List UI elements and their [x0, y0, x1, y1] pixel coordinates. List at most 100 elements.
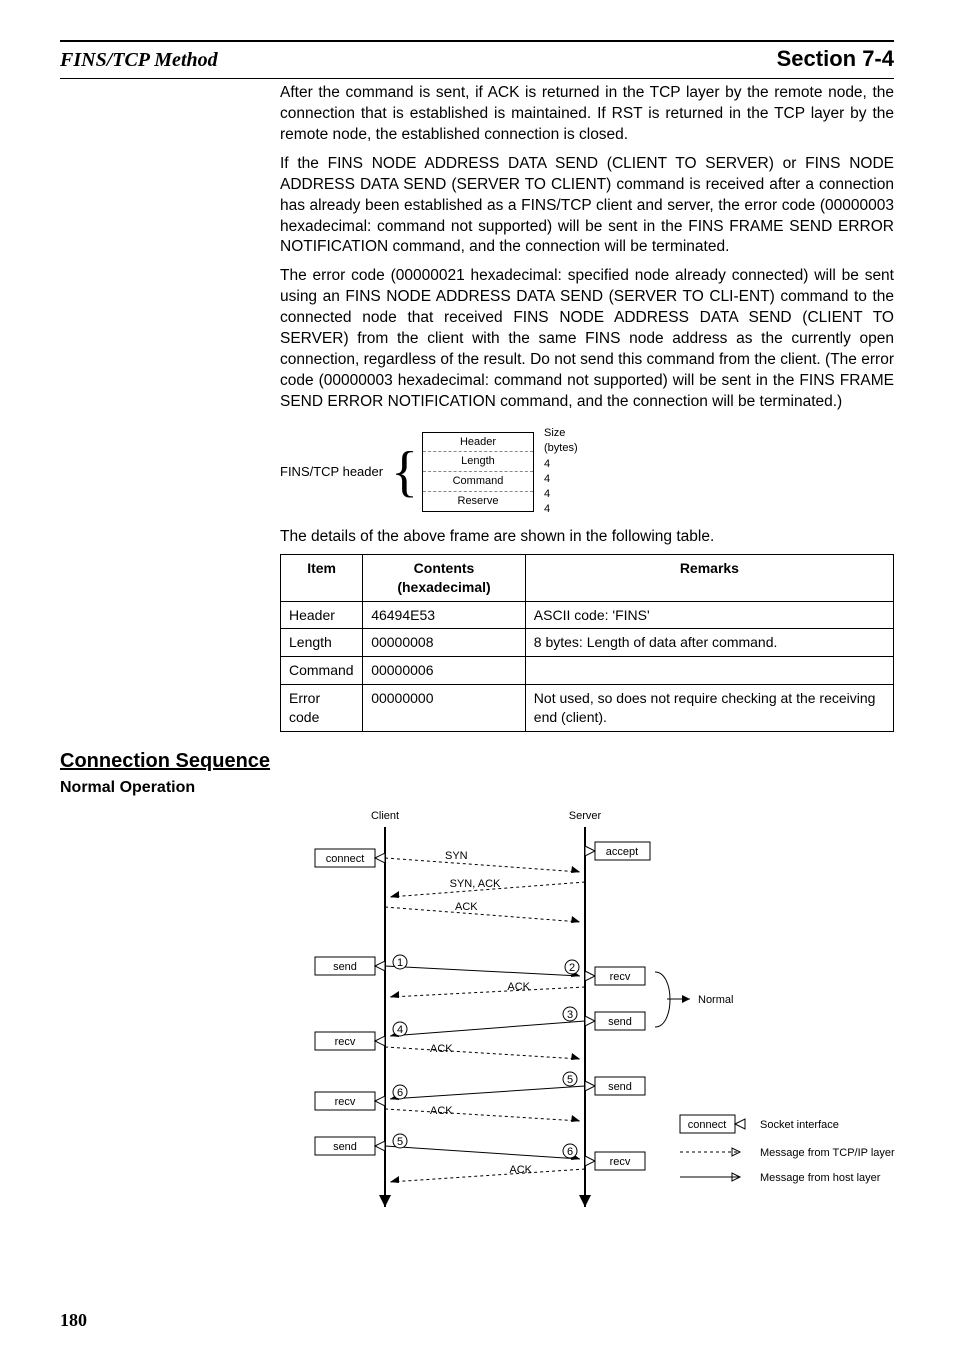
- svg-text:recv: recv: [610, 971, 631, 983]
- svg-text:3: 3: [567, 1009, 573, 1021]
- server-call-recv-1: recv: [585, 967, 645, 985]
- svg-text:accept: accept: [606, 846, 638, 858]
- paragraph-1: After the command is sent, if ACK is ret…: [280, 83, 894, 146]
- paragraph-3: The error code (00000021 hexadecimal: sp…: [280, 266, 894, 412]
- ack-label-5: ACK: [509, 1164, 532, 1176]
- frame-size-column: Size (bytes) 4 4 4 4: [544, 427, 578, 517]
- frame-row-command: Command: [423, 472, 533, 492]
- cell-remarks: [525, 657, 893, 685]
- frame-stack: Header Length Command Reserve: [422, 432, 534, 512]
- server-call-send-2: send: [585, 1077, 645, 1095]
- size-val-3: 4: [544, 502, 578, 517]
- th-contents: Contents (hexadecimal): [363, 554, 526, 601]
- frame-row-reserve: Reserve: [423, 492, 533, 511]
- frame-details-table: Item Contents (hexadecimal) Remarks Head…: [280, 554, 894, 732]
- server-call-send-1: send: [585, 1012, 645, 1030]
- cell-contents: 00000006: [363, 657, 526, 685]
- client-call-send-1: send: [315, 957, 385, 975]
- cell-contents: 46494E53: [363, 601, 526, 629]
- client-lifeline-arrow-icon: [379, 1195, 391, 1207]
- ack-arrow-5: [390, 1169, 585, 1182]
- frame-row-length: Length: [423, 452, 533, 472]
- cell-item: Length: [281, 629, 363, 657]
- paragraph-2: If the FINS NODE ADDRESS DATA SEND (CLIE…: [280, 154, 894, 259]
- ack-arrow-1: [385, 907, 580, 922]
- left-brace-icon: {: [391, 447, 418, 497]
- subsection-heading: Normal Operation: [60, 779, 894, 797]
- sequence-diagram: Client Server connect send recv: [280, 807, 894, 1232]
- syn-label: SYN: [445, 850, 468, 862]
- legend-host-layer: Message from host layer: [680, 1172, 881, 1184]
- msg-5b-arrow: [385, 1146, 580, 1159]
- server-call-recv-2: recv: [585, 1152, 645, 1170]
- frame-group-label: FINS/TCP header: [280, 463, 383, 481]
- client-call-connect: connect: [315, 849, 385, 867]
- svg-text:Message from host layer: Message from host layer: [760, 1172, 881, 1184]
- svg-text:recv: recv: [335, 1036, 356, 1048]
- body-content: After the command is sent, if ACK is ret…: [280, 83, 894, 732]
- table-header-row: Item Contents (hexadecimal) Remarks: [281, 554, 894, 601]
- svg-text:recv: recv: [610, 1156, 631, 1168]
- client-call-recv-2: recv: [315, 1092, 385, 1110]
- frame-diagram: FINS/TCP header { Header Length Command …: [280, 427, 894, 517]
- size-val-2: 4: [544, 487, 578, 502]
- msg-5-arrow: [390, 1086, 585, 1099]
- svg-text:connect: connect: [688, 1119, 727, 1131]
- svg-text:send: send: [608, 1016, 632, 1028]
- size-val-0: 4: [544, 457, 578, 472]
- svg-text:6: 6: [397, 1087, 403, 1099]
- ack-label-3: ACK: [430, 1043, 453, 1055]
- msg-1-arrow: [385, 966, 580, 976]
- legend-socket-interface: Socket interface: [760, 1119, 839, 1131]
- role-server-label: Server: [569, 810, 602, 822]
- cell-remarks: ASCII code: 'FINS': [525, 601, 893, 629]
- svg-text:2: 2: [569, 962, 575, 974]
- sequence-svg: Client Server connect send recv: [280, 807, 920, 1227]
- cell-item: Command: [281, 657, 363, 685]
- cell-contents: 00000000: [363, 685, 526, 732]
- page-header: FINS/TCP Method Section 7-4: [60, 46, 894, 72]
- ack-arrow-4: [385, 1109, 580, 1121]
- server-call-accept: accept: [585, 842, 650, 860]
- size-val-1: 4: [544, 472, 578, 487]
- svg-text:Message from TCP/IP layer: Message from TCP/IP layer: [760, 1147, 895, 1159]
- svg-text:6: 6: [567, 1146, 573, 1158]
- svg-text:1: 1: [397, 957, 403, 969]
- legend-connect: connect Socket interface: [680, 1115, 839, 1133]
- svg-text:connect: connect: [326, 853, 365, 865]
- syn-arrow: [385, 858, 580, 872]
- ack-label-2: ACK: [507, 981, 530, 993]
- normal-label: Normal: [698, 994, 733, 1006]
- svg-text:send: send: [333, 1141, 357, 1153]
- svg-text:5: 5: [567, 1074, 573, 1086]
- svg-text:recv: recv: [335, 1096, 356, 1108]
- role-client-label: Client: [371, 810, 399, 822]
- ack-arrow-3: [385, 1047, 580, 1059]
- server-lifeline-arrow-icon: [579, 1195, 591, 1207]
- ack-label-1: ACK: [455, 901, 478, 913]
- cell-item: Error code: [281, 685, 363, 732]
- table-row: Command 00000006: [281, 657, 894, 685]
- svg-text:send: send: [333, 961, 357, 973]
- th-remarks: Remarks: [525, 554, 893, 601]
- top-rule-thin: [60, 78, 894, 79]
- client-call-send-2: send: [315, 1137, 385, 1155]
- frame-row-header: Header: [423, 433, 533, 453]
- cell-remarks: 8 bytes: Length of data after command.: [525, 629, 893, 657]
- cell-remarks: Not used, so does not require checking a…: [525, 685, 893, 732]
- svg-text:send: send: [608, 1081, 632, 1093]
- table-row: Length 00000008 8 bytes: Length of data …: [281, 629, 894, 657]
- cell-contents: 00000008: [363, 629, 526, 657]
- ack-label-4: ACK: [430, 1105, 453, 1117]
- top-rule-thick: [60, 40, 894, 42]
- th-item: Item: [281, 554, 363, 601]
- svg-text:4: 4: [397, 1024, 403, 1036]
- section-heading: Connection Sequence: [60, 750, 894, 773]
- header-left: FINS/TCP Method: [60, 49, 218, 72]
- ack-arrow-2: [390, 987, 585, 997]
- size-header1: Size: [544, 427, 578, 440]
- header-right: Section 7-4: [777, 46, 894, 72]
- table-caption: The details of the above frame are shown…: [280, 527, 894, 548]
- size-header2: (bytes): [544, 442, 578, 455]
- table-row: Error code 00000000 Not used, so does no…: [281, 685, 894, 732]
